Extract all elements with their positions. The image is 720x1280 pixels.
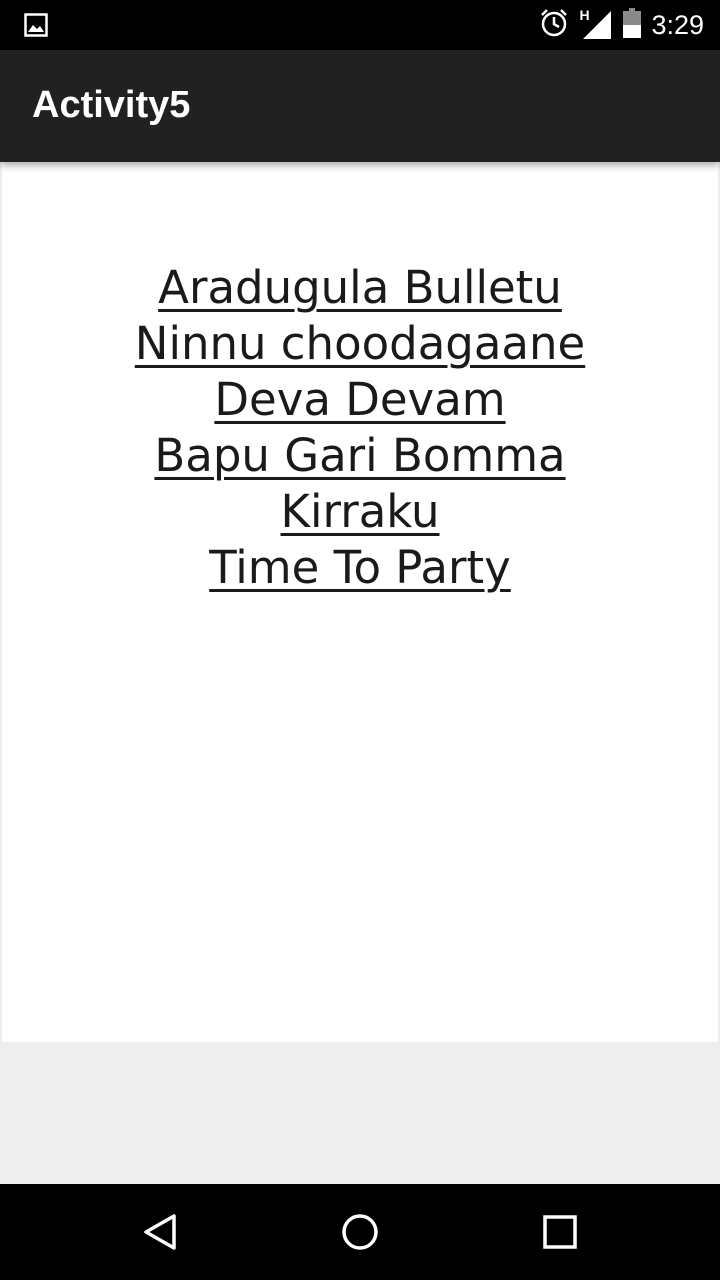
song-list: Aradugula Bulletu Ninnu choodagaane Deva… bbox=[2, 260, 718, 596]
recents-icon[interactable] bbox=[540, 1212, 580, 1252]
song-link-ninnu-choodagaane[interactable]: Ninnu choodagaane bbox=[2, 316, 718, 372]
song-link-time-to-party[interactable]: Time To Party bbox=[2, 540, 718, 596]
status-bar: H 3:29 bbox=[0, 0, 720, 50]
navigation-bar bbox=[0, 1184, 720, 1280]
app-bar: Activity5 bbox=[0, 50, 720, 162]
song-link-deva-devam[interactable]: Deva Devam bbox=[2, 372, 718, 428]
image-notification-icon bbox=[24, 13, 48, 42]
song-link-bapu-gari-bomma[interactable]: Bapu Gari Bomma bbox=[2, 428, 718, 484]
home-icon[interactable] bbox=[340, 1212, 380, 1252]
battery-icon bbox=[623, 7, 642, 43]
status-icons: H 3:29 bbox=[529, 0, 704, 50]
status-time: 3:29 bbox=[651, 9, 704, 40]
alarm-icon bbox=[539, 8, 569, 43]
content-area: Aradugula Bulletu Ninnu choodagaane Deva… bbox=[2, 162, 718, 1042]
song-link-aradugula-bulletu[interactable]: Aradugula Bulletu bbox=[2, 260, 718, 316]
song-link-kirraku[interactable]: Kirraku bbox=[2, 484, 718, 540]
signal-icon: H bbox=[579, 7, 613, 41]
page-title: Activity5 bbox=[32, 84, 191, 126]
back-icon[interactable] bbox=[140, 1212, 180, 1252]
